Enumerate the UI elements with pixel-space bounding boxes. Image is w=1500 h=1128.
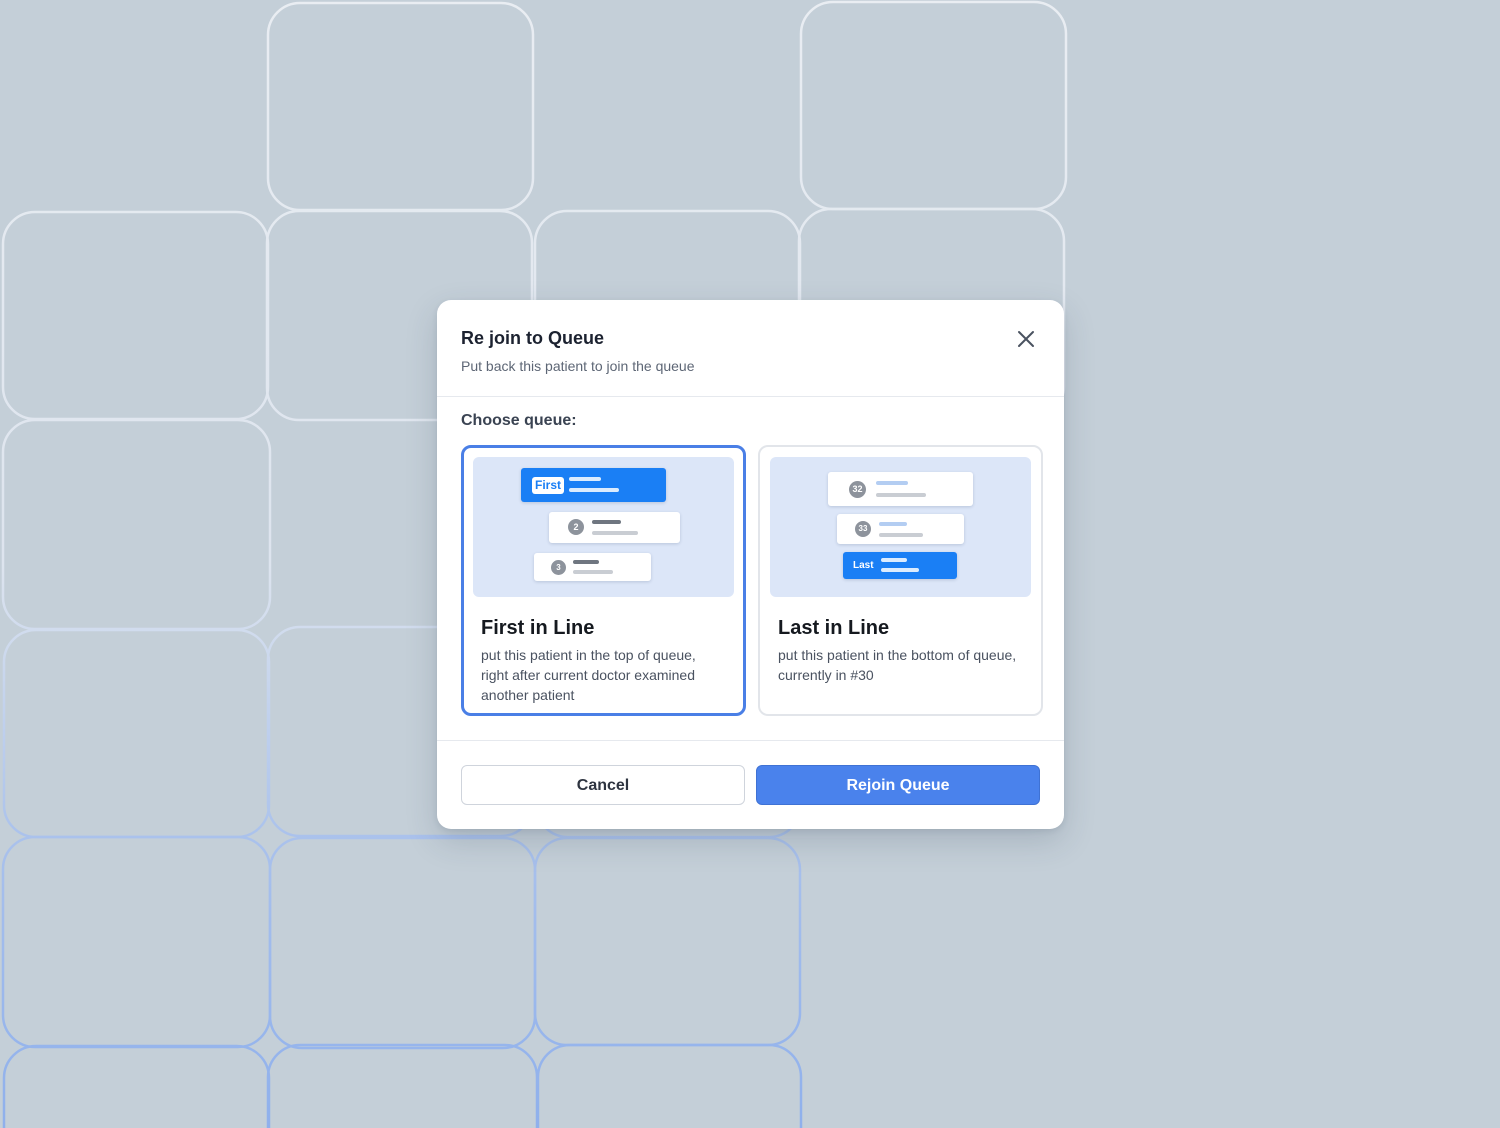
last-in-line-illustration: 32 33 Last: [770, 457, 1031, 597]
text-line: [592, 531, 638, 535]
text-line: [569, 488, 619, 492]
dialog-header: Re join to Queue Put back this patient t…: [437, 300, 1064, 397]
option-first-in-line[interactable]: First 2 3 First in Line put this patient…: [461, 445, 746, 716]
first-in-line-illustration: First 2 3: [473, 457, 734, 597]
first-tag: First: [532, 477, 564, 494]
last-tag: Last: [853, 560, 874, 571]
rejoin-queue-button[interactable]: Rejoin Queue: [756, 765, 1040, 805]
text-line: [881, 558, 907, 562]
position-badge: 2: [568, 519, 584, 535]
dialog-footer: Cancel Rejoin Queue: [437, 740, 1064, 830]
dialog-subtitle: Put back this patient to join the queue: [461, 358, 695, 374]
text-line: [879, 533, 923, 537]
text-line: [879, 522, 907, 526]
choose-queue-label: Choose queue:: [461, 412, 577, 429]
queue-card-32: 32: [828, 472, 973, 506]
text-line: [573, 570, 613, 574]
close-button[interactable]: [1012, 325, 1040, 353]
text-line: [592, 520, 621, 524]
position-badge: 32: [849, 481, 866, 498]
option-title: First in Line: [481, 617, 595, 639]
text-line: [573, 560, 599, 564]
queue-card-2: 2: [549, 512, 680, 543]
text-line: [876, 493, 926, 497]
queue-card-first: First: [521, 468, 666, 502]
queue-card-33: 33: [837, 514, 964, 544]
position-badge: 3: [551, 560, 566, 575]
option-description: put this patient in the top of queue, ri…: [481, 647, 696, 703]
text-line: [881, 568, 919, 572]
close-icon: [1018, 331, 1034, 347]
dialog-title: Re join to Queue: [461, 328, 605, 348]
text-line: [569, 477, 601, 481]
cancel-button[interactable]: Cancel: [461, 765, 745, 805]
text-line: [876, 481, 908, 485]
option-description: put this patient in the bottom of queue,…: [778, 647, 1017, 683]
option-last-in-line[interactable]: 32 33 Last Last in Line put this patient…: [758, 445, 1043, 716]
position-badge: 33: [855, 521, 871, 537]
option-title: Last in Line: [778, 617, 890, 639]
queue-card-3: 3: [534, 553, 651, 581]
rejoin-queue-dialog: Re join to Queue Put back this patient t…: [437, 300, 1064, 829]
queue-card-last: Last: [843, 552, 957, 579]
